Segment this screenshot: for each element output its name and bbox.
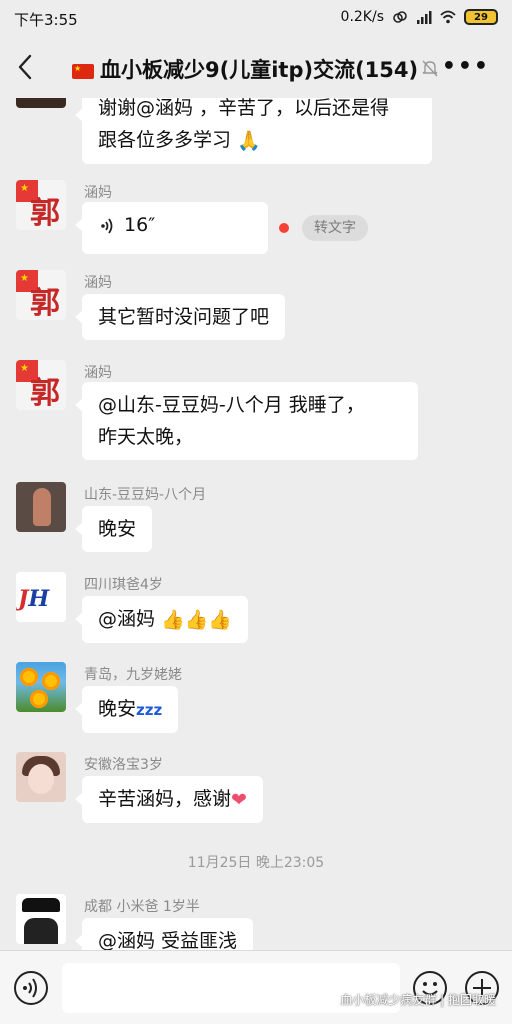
avatar[interactable] [16,482,66,532]
avatar[interactable] [16,752,66,802]
message-text: 其它暂时没问题了吧 [98,306,270,328]
avatar[interactable] [16,662,66,712]
voice-wave-icon [23,978,37,998]
status-indicators: 0.2K/s 29 [341,9,498,25]
chat-header: 血小板减少9(儿童itp)交流(154) ••• [0,36,512,98]
avatar-hat [22,898,60,912]
input-bar: 血小板减少病友群 | 抱团取暖 [0,950,512,1024]
message-bubble[interactable]: @涵妈 受益匪浅 [74,918,254,950]
voice-duration: 16″ [124,214,156,236]
voice-message-bubble[interactable]: 16″ [75,202,268,254]
china-flag-icon [72,63,94,79]
avatar-figure [33,488,51,526]
signal-icon [417,11,432,24]
mute-bell-icon [422,60,438,77]
avatar-face [28,764,54,794]
avatar[interactable]: 郭 [16,180,66,230]
message-timestamp: 11月25日 晚上23:05 [187,855,325,871]
message-bubble[interactable]: 晚安 [74,506,153,552]
sender-name: 成都 小米爸 1岁半 [84,899,200,915]
chat-messages[interactable]: 谢谢@涵妈 ，辛苦了，以后还是得 跟各位多多学习 🙏 郭 涵妈 16″ 转文字 … [0,98,512,950]
sender-name: 涵妈 [84,275,112,291]
thumbs-up-emoji-icon: 👍👍👍 [161,608,233,631]
sender-name: 山东-豆豆妈-八个月 [84,487,207,503]
wifi-icon [440,10,456,24]
sunflower-icon [20,668,38,686]
avatar-body [24,918,58,944]
message-text: @涵妈 受益匪浅 [98,930,238,950]
avatar[interactable] [16,98,66,108]
sleeping-zzz-icon: zzz [136,700,163,719]
message-bubble[interactable]: 谢谢@涵妈 ，辛苦了，以后还是得 跟各位多多学习 🙏 [75,98,432,164]
sunflower-icon [42,672,60,690]
folded-hands-emoji-icon: 🙏 [237,129,261,152]
status-bar: 下午3:55 0.2K/s 29 [0,0,512,36]
chat-title: 血小板减少9(儿童itp)交流(154) [72,54,418,84]
message-bubble[interactable]: @山东-豆豆妈-八个月 我睡了， 昨天太晚， [75,382,418,460]
sender-name: 青岛，九岁姥姥 [84,667,182,683]
transcribe-button[interactable]: 转文字 [302,215,368,241]
avatar-character: 郭 [30,376,60,410]
message-bubble[interactable]: @涵妈 👍👍👍 [74,596,249,643]
message-text-line: 跟各位多多学习 [98,129,232,151]
message-text: 辛苦涵妈，感谢 [98,788,232,810]
sender-name: 涵妈 [84,365,112,381]
watermark: 血小板减少病友群 | 抱团取暖 [340,993,496,1007]
message-bubble[interactable]: 辛苦涵妈，感谢❤ [75,776,263,823]
sender-name: 涵妈 [84,185,112,201]
avatar-character: 郭 [30,286,60,320]
voice-wave-icon [101,217,113,234]
message-text-line: 谢谢@涵妈 ，辛苦了，以后还是得 [98,98,390,119]
message-text-line: 昨天太晚， [98,426,194,448]
status-time: 下午3:55 [14,11,78,29]
battery-indicator: 29 [464,9,498,25]
avatar[interactable]: JH [16,572,66,622]
more-options-button[interactable]: ••• [442,54,490,79]
avatar[interactable]: 郭 [16,270,66,320]
back-arrow-icon[interactable] [14,52,38,82]
sender-name: 安徽洛宝3岁 [84,757,163,773]
sunflower-icon [30,690,48,708]
message-text: 晚安 [98,698,137,720]
voice-input-button[interactable] [14,971,48,1005]
message-bubble[interactable]: 其它暂时没问题了吧 [74,294,286,340]
jh-logo: JH [18,586,50,612]
avatar[interactable]: 郭 [16,360,66,410]
link-icon [393,11,407,23]
network-speed: 0.2K/s [340,9,384,25]
sender-name: 四川琪爸4岁 [84,577,163,593]
message-text: 晚安 [98,518,137,540]
heart-emoji-icon: ❤ [231,788,247,811]
message-text-line: @山东-豆豆妈-八个月 我睡了， [98,394,365,416]
avatar-character: 郭 [30,196,60,230]
message-bubble[interactable]: 晚安zzz [74,686,179,733]
avatar[interactable] [16,894,66,944]
group-name: 血小板减少9(儿童itp)交流(154) [100,58,419,82]
unread-dot [279,223,289,233]
message-text: @涵妈 [98,608,156,630]
